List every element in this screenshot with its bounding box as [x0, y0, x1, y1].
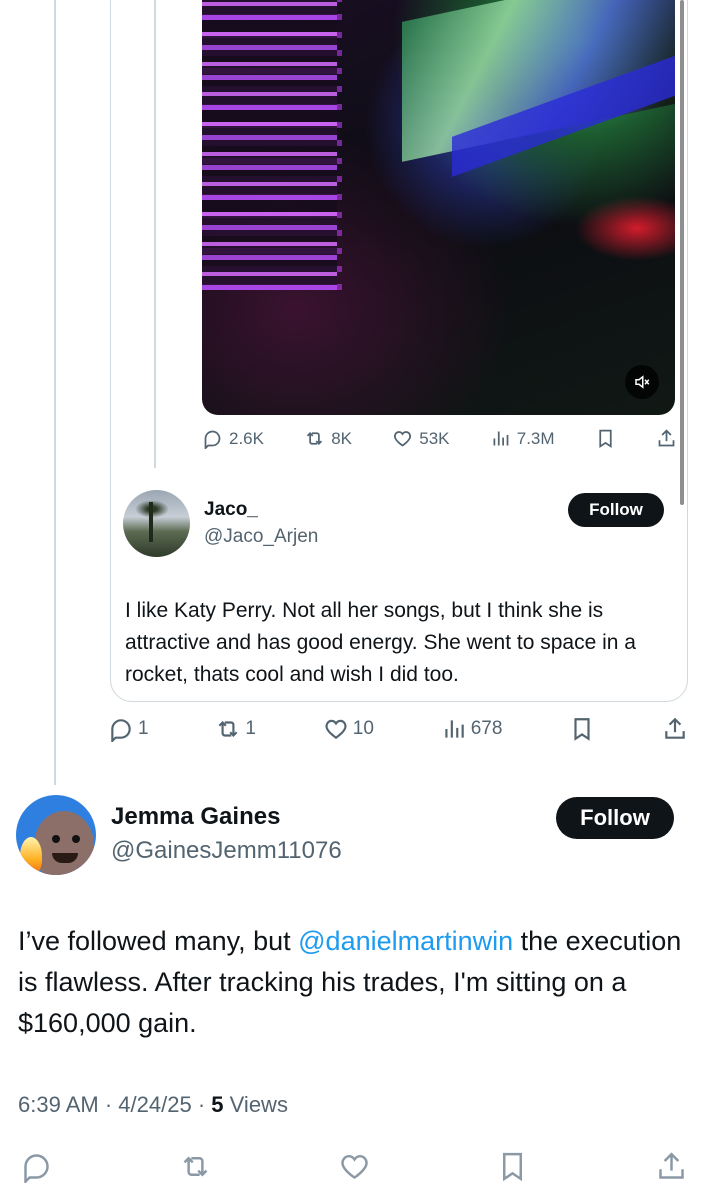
bookmark-icon[interactable]	[496, 1150, 529, 1183]
avatar-palm-trunk	[149, 502, 153, 542]
bookmark-icon	[599, 429, 612, 449]
heart-icon	[325, 719, 347, 739]
post-metadata: 6:39 AM · 4/24/25 · 5 Views	[18, 1092, 288, 1118]
bookmark-button[interactable]	[569, 716, 595, 742]
heart-icon[interactable]	[338, 1150, 371, 1183]
quoted-post-stats: 2.6K 8K 53K 7.3M	[202, 428, 677, 449]
separator: ·	[104, 1092, 119, 1117]
separator: ·	[197, 1092, 212, 1117]
author-name[interactable]: Jemma Gaines	[111, 803, 280, 831]
like-stat[interactable]: 53K	[392, 428, 450, 449]
avatar[interactable]	[16, 795, 96, 875]
share-icon	[665, 717, 685, 739]
share-button[interactable]	[656, 428, 677, 449]
follow-button[interactable]: Follow	[568, 493, 664, 527]
views-icon	[493, 431, 509, 446]
repost-stat[interactable]: 8K	[304, 428, 352, 449]
like-count: 53K	[419, 428, 450, 448]
repost-count: 8K	[331, 428, 353, 448]
repost-icon	[307, 432, 323, 445]
bookmark-icon	[574, 718, 590, 741]
post-text-start: I’ve followed many, but	[18, 926, 299, 956]
like-count: 10	[352, 718, 374, 739]
scrollbar[interactable]	[680, 0, 684, 505]
repost-icon	[218, 720, 238, 738]
reply-icon[interactable]	[20, 1150, 53, 1183]
like-stat[interactable]: 10	[323, 716, 374, 742]
repost-count: 1	[245, 718, 256, 739]
views-label: Views	[229, 1092, 288, 1117]
follow-button[interactable]: Follow	[556, 797, 674, 839]
reply-icon	[204, 430, 221, 449]
repost-stat[interactable]: 1	[215, 716, 256, 742]
author-name[interactable]: Jaco_	[204, 499, 258, 521]
reply-stat[interactable]: 1	[108, 716, 149, 742]
repost-icon[interactable]	[179, 1150, 212, 1183]
avatar-eye	[52, 835, 60, 843]
reply-stat[interactable]: 2.6K	[202, 428, 264, 449]
speaker-muted-icon	[635, 375, 650, 389]
quote-thread-line	[154, 0, 156, 468]
views-icon	[445, 720, 464, 738]
share-icon[interactable]	[655, 1150, 688, 1183]
reply-count: 1	[138, 718, 149, 739]
share-button[interactable]	[662, 716, 688, 742]
share-icon	[658, 429, 675, 447]
avatar-eye	[72, 835, 80, 843]
video-player[interactable]	[202, 0, 675, 415]
post-action-bar	[20, 1150, 688, 1183]
post-text: I’ve followed many, but @danielmartinwin…	[18, 921, 688, 1044]
reply-text: I like Katy Perry. Not all her songs, bu…	[125, 599, 636, 686]
post-date[interactable]: 4/24/25	[118, 1092, 191, 1117]
views-stat[interactable]: 7.3M	[490, 428, 555, 449]
thread-connector-line	[54, 0, 56, 785]
author-handle[interactable]: @GainesJemm11076	[111, 837, 342, 865]
video-frame-stripes	[202, 0, 337, 290]
views-count: 678	[470, 718, 503, 739]
reply-icon	[111, 719, 131, 742]
views-number: 5	[211, 1092, 224, 1117]
avatar-face	[34, 811, 94, 875]
heart-icon	[394, 431, 412, 447]
bookmark-button[interactable]	[595, 428, 616, 449]
mute-button[interactable]	[625, 365, 659, 399]
avatar-flame	[20, 837, 42, 875]
post-time[interactable]: 6:39 AM	[18, 1092, 99, 1117]
views-count: 7.3M	[516, 428, 555, 448]
views-stat[interactable]: 678	[441, 716, 503, 742]
mention-link[interactable]: @danielmartinwin	[298, 926, 513, 956]
author-handle[interactable]: @Jaco_Arjen	[204, 526, 318, 548]
reply-actions: 1 1 10 678	[108, 716, 688, 742]
reply-count: 2.6K	[229, 428, 264, 448]
avatar[interactable]	[123, 490, 190, 557]
